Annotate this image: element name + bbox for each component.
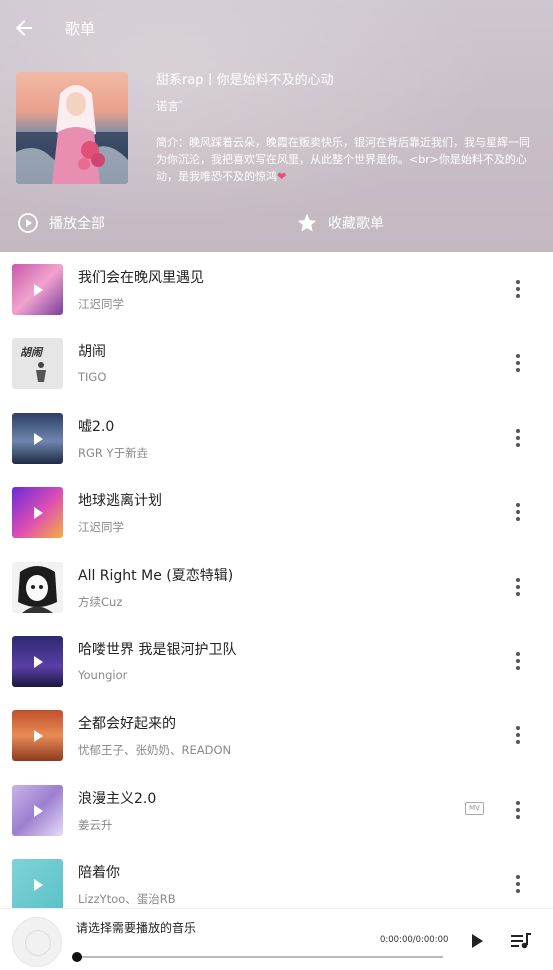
playlist-creator[interactable]: 诺言゜	[156, 98, 191, 114]
song-cover	[12, 859, 63, 908]
playlist-description: 简介：晚风踩着云朵，晚霞在贩卖快乐，银河在背后靠近我们，我与星辉一同为你沉沦，我…	[156, 134, 540, 185]
progress-bar[interactable]	[77, 956, 443, 958]
playlist-header: 歌单 甜系rap丨你是始料不及的心动 诺言゜ 简介：晚风踩着云朵，晚霞在贩卖快乐…	[0, 0, 553, 252]
song-title: 全都会好起来的	[78, 716, 176, 732]
now-playing-text: 请选择需要播放的音乐	[76, 921, 197, 935]
collect-label: 收藏歌单	[328, 216, 384, 232]
song-artist: Youngior	[78, 668, 128, 682]
song-title: All Right Me (夏恋特辑)	[78, 568, 234, 584]
playlist-cover-image	[16, 72, 128, 184]
song-artist: 忧郁王子、张奶奶、READON	[78, 743, 232, 757]
more-options-icon[interactable]	[510, 352, 526, 374]
play-icon	[12, 264, 63, 315]
song-cover	[12, 487, 63, 538]
song-cover: 胡闹	[12, 338, 63, 389]
song-row[interactable]: 我们会在晚风里遇见 江迟同学	[0, 252, 553, 326]
song-list: 我们会在晚风里遇见 江迟同学 胡闹 胡闹 TIGO 嘘2.0 RGR Y于新垚 …	[0, 252, 553, 908]
song-row[interactable]: 嘘2.0 RGR Y于新垚	[0, 401, 553, 475]
play-icon	[12, 413, 63, 464]
song-artist: 姜云升	[78, 818, 113, 832]
song-title: 胡闹	[78, 344, 106, 360]
play-all-button[interactable]: 播放全部	[17, 210, 105, 236]
playlist-queue-button[interactable]	[510, 932, 532, 950]
heart-icon: ❤	[277, 170, 287, 183]
playlist-cover[interactable]	[16, 72, 128, 184]
more-options-icon[interactable]	[510, 873, 526, 895]
play-icon	[12, 487, 63, 538]
song-row[interactable]: 浪漫主义2.0 姜云升 MV	[0, 773, 553, 847]
song-title: 哈喽世界 我是银河护卫队	[78, 642, 237, 658]
more-options-icon[interactable]	[510, 278, 526, 300]
progress-thumb[interactable]	[72, 952, 82, 962]
play-circle-icon	[18, 213, 38, 233]
song-row[interactable]: 胡闹 胡闹 TIGO	[0, 326, 553, 400]
play-icon	[12, 636, 63, 687]
song-cover	[12, 785, 63, 836]
song-artist: 方续Cuz	[78, 595, 123, 609]
more-options-icon[interactable]	[510, 650, 526, 672]
song-cover	[12, 710, 63, 761]
more-options-icon[interactable]	[510, 724, 526, 746]
song-artist: LizzYtoo、蛋治RB	[78, 892, 176, 906]
song-title: 浪漫主义2.0	[78, 791, 157, 807]
song-artist: RGR Y于新垚	[78, 446, 149, 460]
song-title: 我们会在晚风里遇见	[78, 270, 204, 286]
star-icon	[297, 213, 317, 232]
queue-list-icon	[511, 933, 531, 949]
song-row[interactable]: 全都会好起来的 忧郁王子、张奶奶、READON	[0, 698, 553, 772]
more-options-icon[interactable]	[510, 799, 526, 821]
song-title: 地球逃离计划	[78, 493, 162, 509]
arrow-left-icon	[16, 20, 32, 36]
disc-icon[interactable]	[12, 917, 62, 967]
play-button[interactable]	[468, 932, 486, 950]
song-artist: TIGO	[78, 370, 107, 384]
more-options-icon[interactable]	[510, 576, 526, 598]
description-text: 简介：晚风踩着云朵，晚霞在贩卖快乐，银河在背后靠近我们，我与星辉一同为你沉沦，我…	[156, 136, 530, 183]
song-title: 嘘2.0	[78, 419, 115, 435]
play-all-label: 播放全部	[49, 216, 105, 232]
collect-playlist-button[interactable]: 收藏歌单	[296, 210, 384, 236]
song-row[interactable]: 陪着你 LizzYtoo、蛋治RB	[0, 847, 553, 908]
playlist-name: 甜系rap丨你是始料不及的心动	[156, 73, 334, 88]
top-bar: 歌单	[0, 0, 553, 56]
song-artist: 江迟同学	[78, 520, 124, 534]
more-options-icon[interactable]	[510, 501, 526, 523]
song-title: 陪着你	[78, 865, 120, 881]
song-row[interactable]: 地球逃离计划 江迟同学	[0, 475, 553, 549]
playback-time: 0:00:00/0:00:00	[380, 935, 449, 945]
song-cover	[12, 264, 63, 315]
page-title: 歌单	[65, 20, 96, 38]
song-cover	[12, 562, 63, 613]
back-button[interactable]	[12, 16, 36, 40]
anime-girl-illustration	[18, 566, 57, 613]
cover-text: 胡闹	[20, 346, 42, 359]
figure-icon	[36, 362, 46, 382]
song-row[interactable]: All Right Me (夏恋特辑) 方续Cuz	[0, 550, 553, 624]
play-icon	[12, 859, 63, 908]
song-row[interactable]: 哈喽世界 我是银河护卫队 Youngior	[0, 624, 553, 698]
song-cover	[12, 413, 63, 464]
play-icon	[12, 710, 63, 761]
song-cover	[12, 636, 63, 687]
mini-player: 请选择需要播放的音乐 0:00:00/0:00:00	[0, 908, 553, 970]
play-icon	[472, 934, 483, 948]
more-options-icon[interactable]	[510, 427, 526, 449]
mv-badge[interactable]: MV	[465, 802, 484, 815]
play-icon	[12, 785, 63, 836]
song-artist: 江迟同学	[78, 297, 124, 311]
